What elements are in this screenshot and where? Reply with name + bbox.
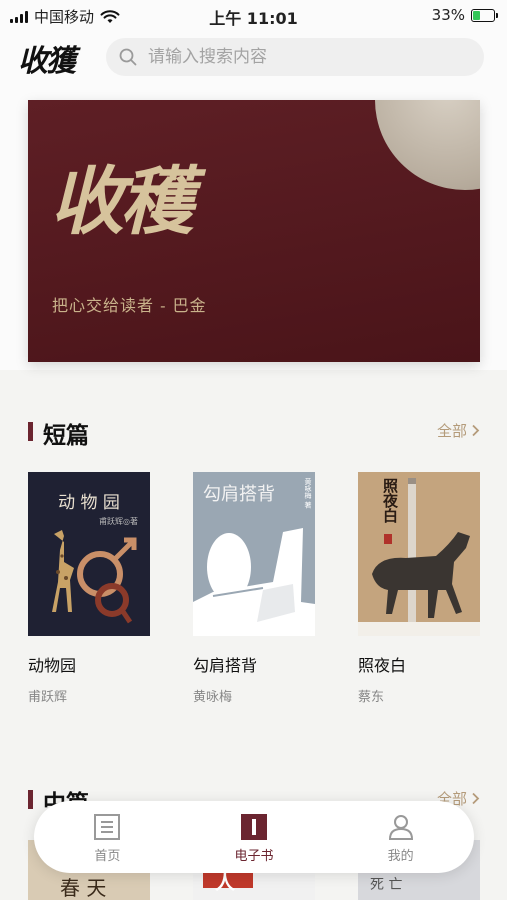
giraffe-illustration [52,530,137,624]
book-author: 黄咏梅 [193,690,233,705]
book-card[interactable]: 动 物 园 甫跃辉◎著 动物园 甫跃辉 [28,472,150,705]
banner-disc-graphic [375,100,480,190]
search-input[interactable] [146,46,470,68]
section-title: 短篇 [43,423,89,449]
app-logo[interactable]: 收獲 [18,36,76,80]
section-header-short: 短篇 全部 [28,416,480,449]
tab-ebook[interactable]: 电子书 [181,801,328,873]
section-accent-bar [28,422,33,441]
book-author: 甫跃辉 [28,690,68,705]
book-cover[interactable]: 勾肩搭背 黄咏梅 著 [193,472,315,636]
tab-label: 首页 [94,849,121,864]
home-icon [94,814,121,840]
section-accent-bar [28,790,33,809]
ebook-icon [241,814,267,840]
cover-title: 春 天 [60,876,107,900]
book-card[interactable]: 照夜白 照夜白 蔡东 [358,472,480,705]
search-bar[interactable] [106,38,484,76]
user-icon [388,815,413,840]
view-all-label: 全部 [436,422,467,440]
book-title: 动物园 [28,656,77,675]
banner-quote: 把心交给读者 - 巴金 [52,296,207,315]
book-title: 照夜白 [358,656,407,675]
book-card[interactable]: 勾肩搭背 黄咏梅 著 勾肩搭背 黄咏梅 [193,472,315,705]
book-title: 勾肩搭背 [193,656,258,675]
book-author: 蔡东 [358,690,385,705]
book-cover[interactable]: 动 物 园 甫跃辉◎著 [28,472,150,636]
chevron-right-icon [472,424,480,437]
battery-icon [471,8,498,22]
book-cover[interactable]: 照夜白 [358,472,480,636]
search-icon [119,48,137,66]
view-all-button[interactable]: 全部 [437,420,480,441]
abstract-illustration [193,528,315,636]
tab-label: 电子书 [234,849,274,864]
horse-illustration [358,478,480,636]
battery-percent: 33% [431,6,465,24]
cover-title: 死 亡 [370,877,403,893]
hero-banner[interactable]: 收穫 把心交给读者 - 巴金 [28,100,480,362]
banner-title: 收穫 [50,159,194,245]
tab-label: 我的 [387,849,414,864]
tab-home[interactable]: 首页 [34,801,181,873]
status-right: 33% [431,6,498,24]
status-bar: 中国移动 上午 11:01 33% [0,0,507,30]
tab-profile[interactable]: 我的 [327,801,474,873]
bottom-tab-bar: 首页 电子书 我的 [34,801,474,873]
